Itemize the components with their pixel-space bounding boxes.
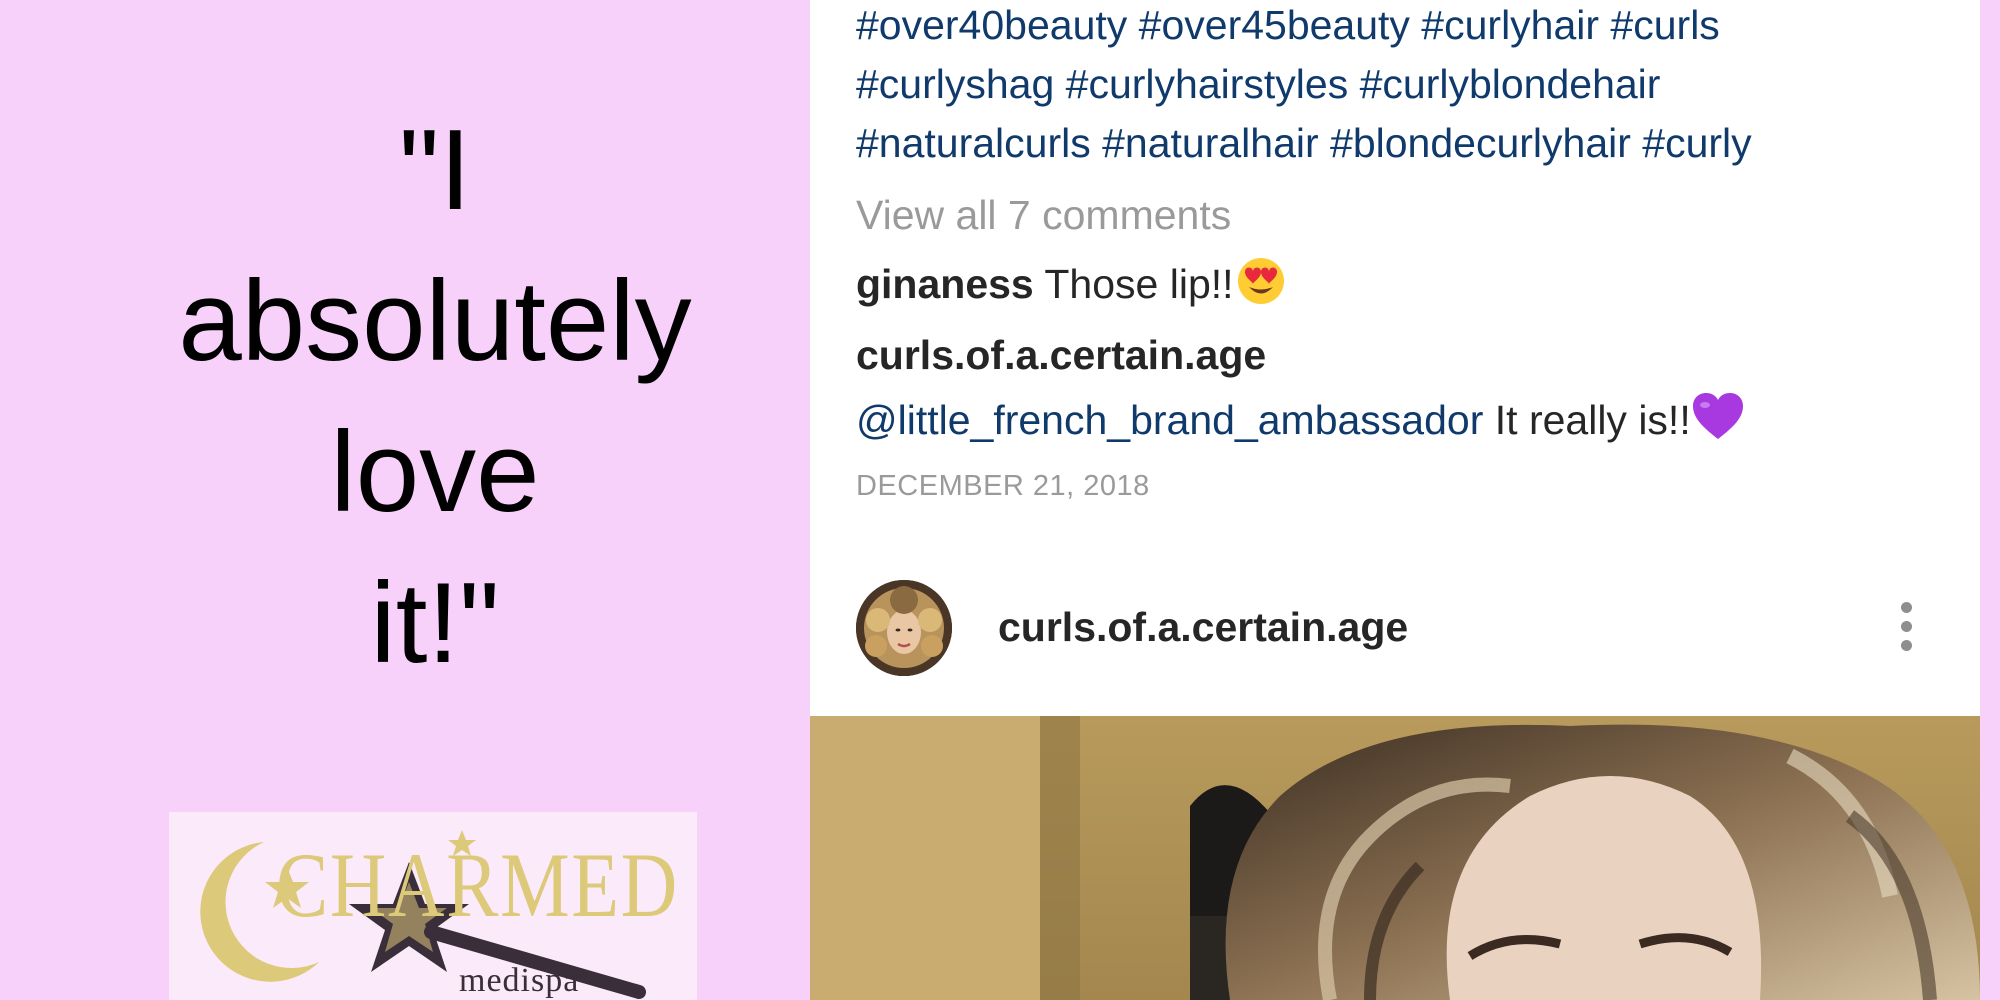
comment-username[interactable]: ginaness bbox=[856, 261, 1034, 307]
hashtag-line[interactable]: #curlyshag #curlyhairstyles #curlyblonde… bbox=[856, 55, 1966, 114]
comment-body: @little_french_brand_ambassador It reall… bbox=[856, 392, 1745, 444]
post-username[interactable]: curls.of.a.certain.age bbox=[998, 604, 1408, 651]
charmed-medispa-logo: CHARMED medispa bbox=[169, 812, 697, 1000]
right-edge-stripe bbox=[1980, 0, 2000, 1000]
instagram-post-panel: #over40beauty #over45beauty #curlyhair #… bbox=[810, 0, 1980, 1000]
caption-hashtags: #over40beauty #over45beauty #curlyhair #… bbox=[856, 0, 1966, 173]
post-photo[interactable] bbox=[810, 716, 1980, 1000]
avatar[interactable] bbox=[856, 580, 952, 676]
testimonial-quote: "I absolutely love it!" bbox=[0, 95, 870, 699]
purple-heart-emoji-icon bbox=[1692, 393, 1743, 439]
heart-eyes-emoji-icon bbox=[1237, 258, 1284, 304]
comment-text: It really is!! bbox=[1494, 397, 1691, 443]
left-panel: "I absolutely love it!" CHARMED medispa bbox=[0, 0, 810, 1000]
comment-text: Those lip!! bbox=[1044, 261, 1234, 307]
avatar-image bbox=[856, 580, 952, 676]
comment-username[interactable]: curls.of.a.certain.age bbox=[856, 332, 1266, 378]
post-date: DECEMBER 21, 2018 bbox=[856, 470, 1150, 502]
logo-subtitle: medispa bbox=[459, 962, 580, 999]
hashtag-line[interactable]: #naturalcurls #naturalhair #blondecurlyh… bbox=[856, 114, 1966, 173]
hashtag-line[interactable]: #over40beauty #over45beauty #curlyhair #… bbox=[856, 0, 1966, 55]
logo-wordmark: CHARMED bbox=[276, 834, 679, 936]
quote-line: absolutely bbox=[178, 258, 692, 385]
quote-line: "I bbox=[398, 107, 472, 234]
comment: ginaness Those lip!! bbox=[856, 256, 1286, 308]
more-vertical-icon[interactable] bbox=[1896, 602, 1916, 658]
comment: curls.of.a.certain.age bbox=[856, 332, 1266, 379]
quote-line: it!" bbox=[370, 560, 500, 687]
next-post-header: curls.of.a.certain.age bbox=[856, 580, 1966, 680]
post-photo-image bbox=[810, 716, 1980, 1000]
view-all-comments-link[interactable]: View all 7 comments bbox=[856, 192, 1231, 239]
comment-mention[interactable]: @little_french_brand_ambassador bbox=[856, 397, 1483, 443]
quote-line: love bbox=[330, 409, 540, 536]
